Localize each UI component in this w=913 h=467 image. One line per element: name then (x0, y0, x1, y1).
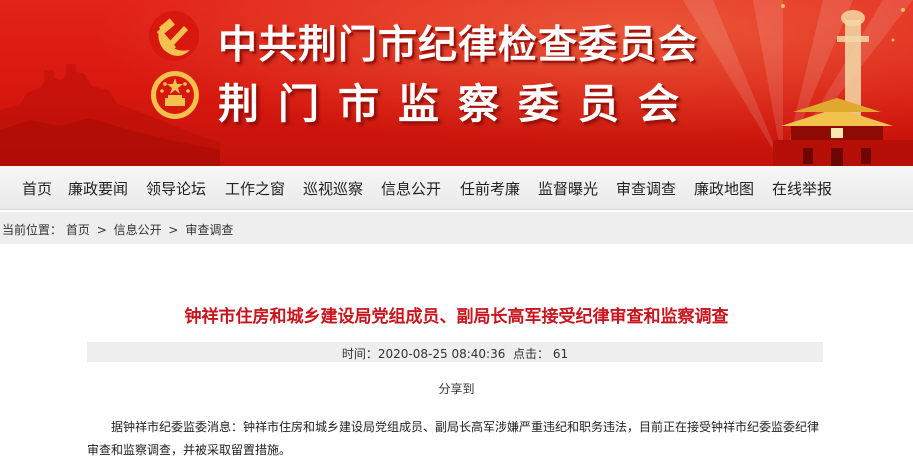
nav-item-investigation[interactable]: 审查调查 (616, 178, 676, 199)
breadcrumb-separator: > (96, 223, 107, 237)
time-label: 时间： (341, 347, 378, 361)
nav-item-integrity-map[interactable]: 廉政地图 (694, 178, 754, 199)
article-meta-text: 时间：2020-08-25 08:40:36 点击： 61 (87, 345, 823, 362)
share-button[interactable]: 分享到 (0, 380, 913, 397)
breadcrumb-prefix: 当前位置： (2, 223, 63, 237)
click-count: 61 (552, 347, 569, 361)
article-meta: 时间：2020-08-25 08:40:36 点击： 61 (87, 342, 823, 362)
nav-item-exposure[interactable]: 监督曝光 (538, 178, 598, 199)
breadcrumb-link-investigation[interactable]: 审查调查 (185, 223, 233, 237)
nav-item-online-report[interactable]: 在线举报 (772, 178, 832, 199)
article-title: 钟祥市住房和城乡建设局党组成员、副局长高军接受纪律审查和监察调查 (184, 307, 729, 327)
publish-time: 2020-08-25 08:40:36 (377, 347, 506, 361)
site-subtitle: 荆门市监察委员会 (218, 80, 698, 128)
nav-item-work-window[interactable]: 工作之窗 (225, 178, 285, 199)
breadcrumb-separator: > (168, 223, 179, 237)
breadcrumb-link-info[interactable]: 信息公开 (114, 223, 162, 237)
breadcrumb-link-home[interactable]: 首页 (66, 223, 90, 237)
nav-item-leader-forum[interactable]: 领导论坛 (146, 178, 206, 199)
article-body: 据钟祥市纪委监委消息：钟祥市住房和城乡建设局党组成员、副局长高军涉嫌严重违纪和职… (87, 420, 820, 457)
national-emblem-icon (151, 71, 199, 119)
nav-item-inspection[interactable]: 巡视巡察 (303, 178, 363, 199)
nav-item-preappointment[interactable]: 任前考廉 (460, 178, 520, 199)
nav-item-news[interactable]: 廉政要闻 (68, 178, 128, 199)
clicks-label: 点击： (512, 347, 549, 361)
breadcrumb-row: 当前位置： 首页 > 信息公开 > 审查调查 (2, 221, 233, 238)
main-nav: 首页 廉政要闻 领导论坛 工作之窗 巡视巡察 信息公开 任前考廉 监督曝光 审查… (0, 166, 913, 210)
nav-item-info-disclosure[interactable]: 信息公开 (381, 178, 441, 199)
breadcrumb: 当前位置： 首页 > 信息公开 > 审查调查 (0, 212, 913, 244)
party-emblem-icon (149, 11, 199, 61)
nav-item-home[interactable]: 首页 (22, 178, 52, 199)
site-title: 中共荆门市纪律检查委员会 (218, 23, 699, 68)
site-banner: 中共荆门市纪律检查委员会 荆门市监察委员会 (0, 0, 913, 166)
